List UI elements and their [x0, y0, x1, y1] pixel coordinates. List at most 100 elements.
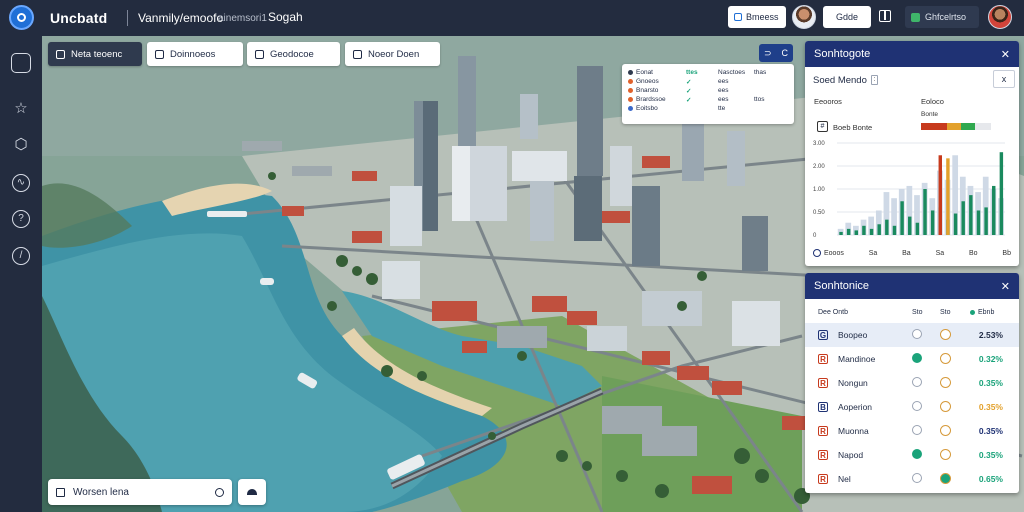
- secondary-button[interactable]: Gdde: [823, 6, 871, 28]
- chart-bar[interactable]: [908, 216, 912, 235]
- legend-row: Brardssoe ✓ ees ttos: [628, 95, 788, 104]
- y-tick-label: 1.00: [813, 187, 825, 193]
- legend-dot-icon: [628, 70, 633, 75]
- list-item[interactable]: G Boopeo 2.53%: [805, 323, 1019, 347]
- legend-value: ees: [718, 87, 729, 94]
- workspace-button[interactable]: Ghfcelrtso: [905, 6, 979, 28]
- top-bar: Uncbatd Vanmily/emoofo ainemsori1 Sogah …: [0, 0, 1024, 36]
- zoom-controls: ⊃ C: [759, 44, 793, 62]
- chart-bar[interactable]: [892, 225, 897, 235]
- chart-bar[interactable]: [923, 189, 927, 235]
- chart-bar[interactable]: [869, 228, 874, 235]
- list-item-value: 0.35%: [978, 450, 1003, 460]
- primary-button-label: Bmeess: [746, 12, 779, 22]
- chart-bar[interactable]: [839, 231, 843, 235]
- chart-bar[interactable]: [900, 201, 904, 235]
- tab-2[interactable]: Geodocoe: [247, 42, 340, 66]
- avatar[interactable]: [792, 5, 816, 29]
- legend-name: Eonat: [636, 69, 653, 76]
- shield-icon[interactable]: ⬡: [12, 136, 30, 154]
- search-box[interactable]: Worsen lena: [48, 479, 232, 505]
- y-tick-label: 0: [813, 233, 817, 239]
- project-name[interactable]: Vanmily/emoofo: [138, 11, 223, 25]
- list-item[interactable]: R Nongun 0.35%: [805, 371, 1019, 395]
- legend-row: Eoitsbo tte: [628, 104, 788, 113]
- layers-button[interactable]: [238, 479, 266, 505]
- close-icon[interactable]: ✕: [1001, 280, 1010, 293]
- tab-3-label: Noeor Doen: [368, 48, 420, 60]
- chart-bar[interactable]: [915, 222, 920, 235]
- column-header: Dee Ontb: [818, 309, 848, 316]
- user-avatar[interactable]: [988, 5, 1012, 29]
- status-a-icon: [912, 329, 922, 339]
- close-icon[interactable]: ✕: [1001, 48, 1010, 61]
- legend-dot-icon: [628, 79, 633, 84]
- legend-name: Bnarsto: [636, 87, 659, 94]
- list-item-name: Boopeo: [838, 330, 868, 340]
- chart-bar[interactable]: [953, 213, 958, 235]
- analytics-label-left: Eeooros: [814, 97, 842, 106]
- home-icon[interactable]: [11, 53, 31, 73]
- list-item[interactable]: R Mandinoe 0.32%: [805, 347, 1019, 371]
- chart-bar[interactable]: [946, 158, 950, 235]
- chart-bar[interactable]: [862, 225, 866, 235]
- panel-action-button[interactable]: x: [993, 70, 1015, 88]
- layers-icon: [56, 49, 65, 59]
- chart-bar[interactable]: [846, 228, 851, 235]
- chart-bar[interactable]: [969, 195, 973, 235]
- list-item-value: 0.35%: [978, 378, 1003, 388]
- chart-bar[interactable]: [885, 219, 889, 235]
- analytics-icon[interactable]: ∿: [12, 174, 30, 192]
- chart-bar[interactable]: [877, 224, 881, 235]
- chart-bar[interactable]: [984, 207, 988, 235]
- chart-bar[interactable]: [999, 152, 1004, 235]
- tab-1[interactable]: Doinnoeos: [147, 42, 243, 66]
- tab-3[interactable]: Noeor Doen: [345, 42, 440, 66]
- list-item[interactable]: B Aoperion 0.35%: [805, 395, 1019, 419]
- analytics-panel-title: Sonhtogote: [814, 48, 871, 60]
- mode-select[interactable]: Soed Mendo :: [813, 73, 889, 87]
- chart-bar[interactable]: [961, 201, 965, 235]
- meter-segment: [961, 123, 975, 130]
- zoom-in-button[interactable]: ⊃: [764, 48, 772, 59]
- footer-item: Sa: [935, 249, 945, 257]
- meter-segment: [921, 123, 947, 130]
- list-item[interactable]: R Muonna 0.35%: [805, 419, 1019, 443]
- legend-dot-icon: [628, 88, 633, 93]
- chart-bar[interactable]: [854, 230, 858, 235]
- legend-dot-icon: [628, 97, 633, 102]
- chart-bar[interactable]: [938, 155, 942, 235]
- compass-icon[interactable]: ?: [12, 210, 30, 228]
- list-panel: Sonhtonice ✕ Dee Ontb Sto Sto Ebnb G Boop…: [805, 273, 1019, 493]
- clock-icon[interactable]: /: [12, 247, 30, 265]
- list-item-name: Mandinoe: [838, 354, 876, 364]
- app-logo-icon[interactable]: [9, 5, 34, 30]
- list-item[interactable]: R Napod 0.35%: [805, 443, 1019, 467]
- image-icon: [353, 49, 362, 59]
- primary-button[interactable]: Bmeess: [728, 6, 786, 28]
- status-b-icon: [940, 425, 951, 436]
- count-value: Bonte: [921, 111, 938, 118]
- book-icon[interactable]: [879, 10, 891, 22]
- legend-value: thas: [754, 69, 767, 76]
- search-input[interactable]: Worsen lena: [73, 487, 129, 498]
- location-icon[interactable]: [215, 487, 224, 497]
- chart-bar[interactable]: [976, 210, 981, 235]
- zoom-out-button[interactable]: C: [782, 48, 789, 58]
- dome-icon: [247, 489, 257, 495]
- list-item[interactable]: R Nel 0.65%: [805, 467, 1019, 491]
- legend-dot-icon: [628, 106, 633, 111]
- footer-item: Bb: [1002, 249, 1011, 257]
- table-header: Dee Ontb Sto Sto Ebnb: [805, 306, 1019, 320]
- document-icon: [155, 49, 164, 59]
- column-header: Sto: [940, 309, 951, 316]
- chart-bar[interactable]: [930, 210, 935, 235]
- tab-0[interactable]: Neta teoenc: [48, 42, 142, 66]
- shape-icon[interactable]: ☆: [12, 100, 30, 118]
- count-icon: #: [817, 121, 828, 132]
- status-b-icon: [940, 449, 951, 460]
- category-icon: G: [818, 330, 828, 340]
- status-a-icon: [912, 473, 922, 483]
- chart-bar[interactable]: [992, 185, 996, 235]
- status-a-icon: [912, 377, 922, 387]
